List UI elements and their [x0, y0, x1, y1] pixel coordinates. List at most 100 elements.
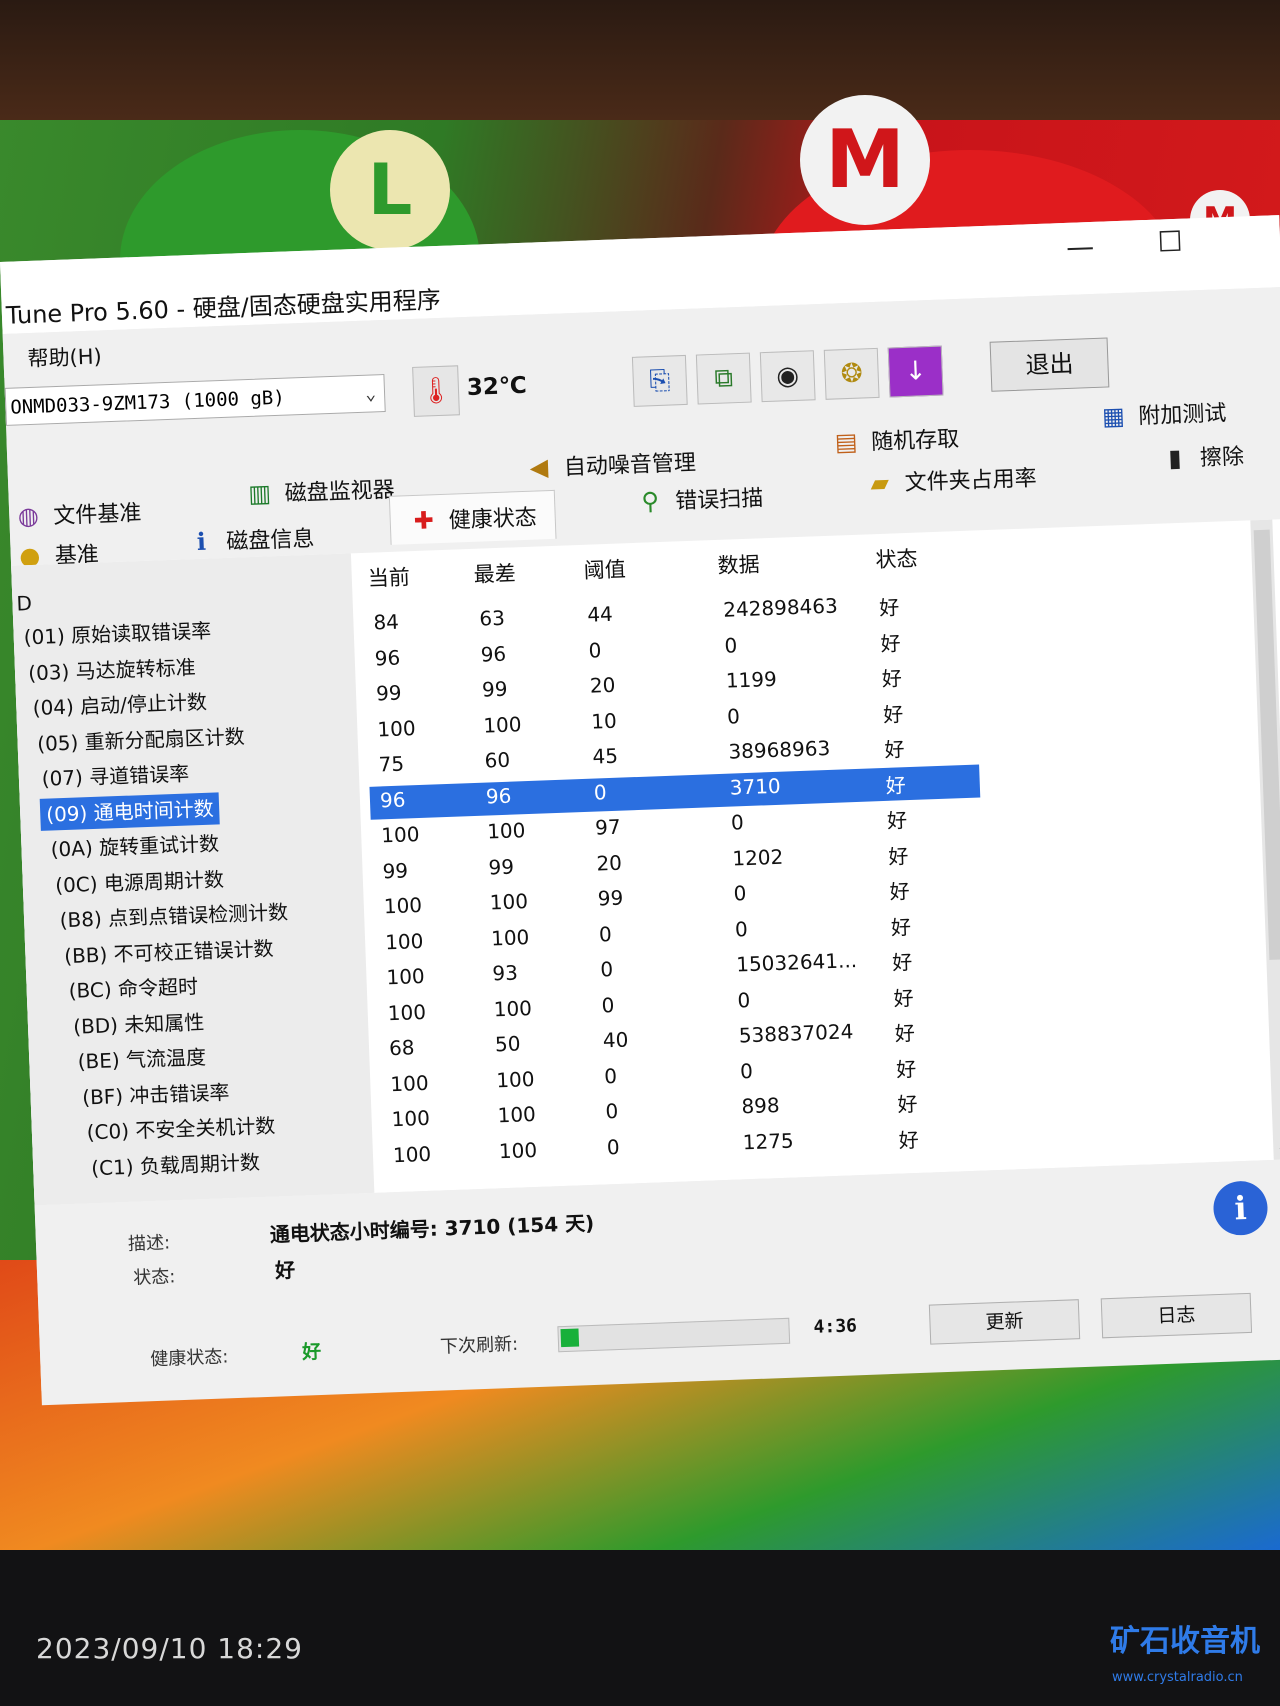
- tab-health[interactable]: ✚ 健康状态: [388, 489, 557, 545]
- tab-noise-management[interactable]: ◀ 自动噪音管理: [523, 445, 696, 483]
- cell-status: 好: [881, 666, 903, 691]
- cell-current: 96: [374, 645, 401, 671]
- cell-threshold: 99: [597, 885, 624, 911]
- chevron-down-icon[interactable]: ⌄: [1276, 1136, 1280, 1155]
- cell-threshold: 20: [595, 850, 623, 876]
- table-row[interactable]: (B8) 点到点错误检测计数: [53, 896, 294, 937]
- tab-label: 随机存取: [870, 426, 960, 456]
- random-access-icon: ▤: [834, 427, 859, 457]
- tab-disk-info[interactable]: ℹ 磁盘信息: [186, 521, 315, 558]
- table-row[interactable]: (05) 重新分配扇区计数: [31, 720, 251, 760]
- cell-worst: 99: [481, 676, 508, 702]
- cell-current: 84: [373, 609, 400, 635]
- cell-worst: 96: [485, 783, 512, 809]
- col-header-worst[interactable]: 最差: [473, 557, 516, 589]
- cell-threshold: 0: [593, 779, 607, 805]
- cell-worst: 100: [497, 1101, 537, 1128]
- table-row[interactable]: (04) 启动/停止计数: [26, 686, 213, 725]
- cell-data: 3710: [729, 773, 782, 800]
- smart-table: D (01) 原始读取错误率 (03) 马达旋转标准 (04) 启动/停止计数 (05…: [11, 518, 1280, 1206]
- copy-screen-button[interactable]: ⧉: [695, 352, 752, 405]
- tab-label: 磁盘信息: [225, 526, 315, 555]
- table-row[interactable]: (07) 寻道错误率: [35, 757, 195, 795]
- cell-threshold: 97: [594, 814, 622, 840]
- copy-screen-icon: ⧉: [713, 363, 734, 394]
- cell-current: 96: [379, 787, 406, 812]
- table-row[interactable]: (0A) 旋转重试计数: [44, 827, 225, 866]
- cell-data: 0: [733, 881, 747, 906]
- col-header-threshold[interactable]: 阈值: [583, 553, 626, 585]
- next-refresh-label: 下次刷新:: [439, 1333, 519, 1358]
- cell-data: 0: [730, 810, 745, 835]
- status-label: 状态:: [132, 1266, 176, 1289]
- extra-tests-icon: ▦: [1101, 401, 1126, 431]
- table-row[interactable]: (BB) 不可校正错误计数: [58, 932, 280, 972]
- cell-status: 好: [890, 914, 912, 940]
- file-benchmark-icon: ◍: [17, 501, 40, 531]
- table-row[interactable]: (0C) 电源周期计数: [49, 863, 231, 902]
- tab-folder-usage[interactable]: ▰ 文件夹占用率: [864, 460, 1037, 498]
- screenshot-button[interactable]: ◉: [759, 350, 816, 403]
- tab-random-access[interactable]: ▤ 随机存取: [831, 421, 960, 458]
- scrollbar-thumb[interactable]: [1253, 529, 1280, 960]
- cell-status: 好: [897, 1091, 918, 1117]
- table-row[interactable]: (BF) 冲击错误率: [76, 1075, 236, 1113]
- cell-worst: 60: [484, 747, 511, 773]
- tab-file-benchmark[interactable]: ◍ 文件基准: [13, 495, 142, 532]
- tab-label: 错误扫描: [674, 486, 764, 515]
- cell-current: 75: [378, 751, 405, 777]
- cell-status: 好: [885, 772, 907, 798]
- l-emblem-icon: L: [330, 130, 450, 250]
- tab-label: 健康状态: [448, 505, 538, 534]
- refresh-button[interactable]: 更新: [928, 1299, 1081, 1345]
- table-row[interactable]: (BC) 命令超时: [62, 970, 204, 1007]
- table-row[interactable]: (03) 马达旋转标准: [22, 650, 202, 689]
- download-button[interactable]: ↓: [887, 345, 944, 398]
- tab-disk-monitor[interactable]: ▥ 磁盘监视器: [244, 472, 395, 509]
- info-button-icon[interactable]: i: [1212, 1180, 1269, 1237]
- maximize-button[interactable]: ☐: [1139, 224, 1200, 259]
- table-row[interactable]: (01) 原始读取错误率: [17, 614, 217, 653]
- log-button[interactable]: 日志: [1100, 1292, 1253, 1339]
- exit-button[interactable]: 退出: [989, 337, 1110, 392]
- watermark-url: www.crystalradio.cn: [1112, 1670, 1243, 1685]
- tab-error-scan[interactable]: ⚲ 错误扫描: [635, 480, 764, 517]
- minimize-button[interactable]: —: [1050, 229, 1111, 264]
- col-header-data[interactable]: 数据: [717, 548, 760, 580]
- cell-worst: 100: [489, 889, 529, 915]
- cell-status: 好: [894, 1021, 916, 1046]
- cell-current: 99: [375, 680, 402, 706]
- health-label: 健康状态:: [149, 1346, 229, 1371]
- table-row[interactable]: (BE) 气流温度: [71, 1041, 212, 1078]
- col-header-status[interactable]: 状态: [875, 543, 918, 575]
- cell-worst: 63: [478, 605, 506, 631]
- coins-button[interactable]: ❂: [823, 347, 880, 400]
- table-row[interactable]: (BD) 未知属性: [67, 1005, 211, 1042]
- copy-button[interactable]: ⎘: [631, 354, 688, 407]
- col-header-current[interactable]: 当前: [367, 561, 410, 593]
- table-row[interactable]: (09) 通电时间计数: [39, 791, 221, 831]
- table-row[interactable]: (C0) 不安全关机计数: [80, 1109, 282, 1148]
- cell-data: 1202: [731, 844, 784, 871]
- table-row[interactable]: (C1) 负载周期计数: [85, 1145, 267, 1184]
- cell-current: 100: [386, 963, 426, 990]
- tab-extra-tests[interactable]: ▦ 附加测试: [1098, 395, 1227, 432]
- drive-select[interactable]: ONMD033-9ZM173 (1000 gB) ⌄: [4, 373, 386, 426]
- cell-worst: 93: [491, 960, 519, 986]
- cell-status: 好: [891, 950, 913, 975]
- camera-icon: ◉: [775, 360, 800, 392]
- cell-threshold: 45: [592, 743, 619, 769]
- menu-help[interactable]: 帮助(H): [27, 340, 102, 373]
- tab-erase[interactable]: ▮ 擦除: [1159, 439, 1245, 474]
- vertical-scrollbar[interactable]: ⌄: [1250, 519, 1280, 1160]
- cell-threshold: 0: [606, 1134, 620, 1159]
- copy-icon: ⎘: [648, 365, 671, 397]
- cell-data: 15032641...: [735, 948, 858, 977]
- refresh-countdown: 4:36: [813, 1315, 858, 1338]
- coins-icon: ❂: [840, 358, 864, 390]
- cell-current: 99: [382, 857, 409, 883]
- cell-status: 好: [886, 808, 908, 833]
- cell-data: 0: [739, 1058, 754, 1083]
- tab-label: 擦除: [1199, 444, 1245, 472]
- cell-data: 0: [734, 916, 749, 942]
